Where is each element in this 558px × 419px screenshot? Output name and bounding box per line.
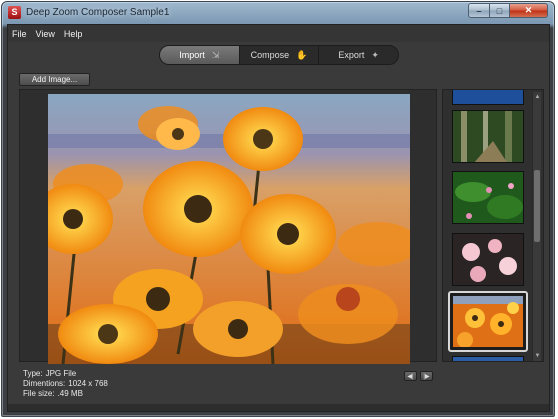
- menu-bar: File View Help: [8, 25, 549, 42]
- import-icon: ⇲: [211, 49, 220, 60]
- tab-export-label: Export: [338, 50, 365, 60]
- app-content: File View Help Import ⇲ Compose ✋ Export…: [7, 24, 550, 412]
- tab-compose[interactable]: Compose ✋: [238, 46, 319, 64]
- menu-help[interactable]: Help: [64, 29, 83, 39]
- file-size-value: .49 MB: [57, 389, 83, 398]
- mode-switcher: Import ⇲ Compose ✋ Export ✦: [159, 45, 399, 65]
- image-preview-panel: [19, 89, 437, 364]
- type-value: JPG File: [45, 369, 77, 378]
- tab-import-label: Import: [179, 50, 205, 60]
- thumbnail-orange-daisies[interactable]: [448, 291, 528, 352]
- menu-view[interactable]: View: [36, 29, 55, 39]
- close-button[interactable]: ✕: [510, 3, 548, 18]
- scroll-down-icon[interactable]: ▼: [533, 352, 542, 360]
- dimensions-value: 1024 x 768: [68, 379, 108, 388]
- window-controls: – □ ✕: [468, 3, 548, 18]
- maximize-button[interactable]: □: [490, 3, 510, 18]
- title-bar[interactable]: S Deep Zoom Composer Sample1 – □ ✕: [2, 2, 554, 24]
- file-size-label: File size:: [23, 389, 55, 398]
- scrollbar-thumb[interactable]: [534, 170, 540, 242]
- thumbnail-pink-lilies[interactable]: [452, 233, 524, 286]
- tab-import[interactable]: Import ⇲: [160, 46, 239, 64]
- status-bar: [8, 404, 549, 411]
- scroll-up-icon[interactable]: ▲: [533, 93, 542, 101]
- thumbnail-forest-path[interactable]: [452, 110, 524, 163]
- app-window: S Deep Zoom Composer Sample1 – □ ✕ File …: [1, 1, 555, 417]
- thumbnail-blue-scene[interactable]: [452, 356, 524, 361]
- dimensions-label: Dimentions:: [23, 379, 66, 388]
- app-logo-icon: S: [8, 6, 21, 19]
- add-image-button[interactable]: Add Image...: [19, 73, 90, 86]
- tab-compose-label: Compose: [250, 50, 290, 60]
- type-label: Type:: [23, 369, 43, 378]
- preview-image-daisies: [48, 94, 410, 364]
- tab-export[interactable]: Export ✦: [318, 46, 398, 64]
- hand-icon: ✋: [296, 49, 308, 60]
- thumbnail-scrollbar[interactable]: ▲ ▼: [532, 92, 541, 361]
- menu-file[interactable]: File: [12, 29, 27, 39]
- thumbnail-green-plant[interactable]: [452, 171, 524, 224]
- previous-image-button[interactable]: ◀|: [404, 371, 417, 381]
- thumbnail-waterfall[interactable]: [452, 90, 524, 105]
- next-image-button[interactable]: |▶: [420, 371, 433, 381]
- file-info: Type: JPG File Dimentions: 1024 x 768 File…: [23, 369, 108, 399]
- thumbnail-strip: ▲ ▼: [442, 89, 544, 362]
- image-navigation: ◀| |▶: [404, 371, 433, 381]
- window-title: Deep Zoom Composer Sample1: [26, 7, 170, 18]
- minimize-button[interactable]: –: [468, 3, 490, 18]
- sparkle-icon: ✦: [371, 49, 379, 60]
